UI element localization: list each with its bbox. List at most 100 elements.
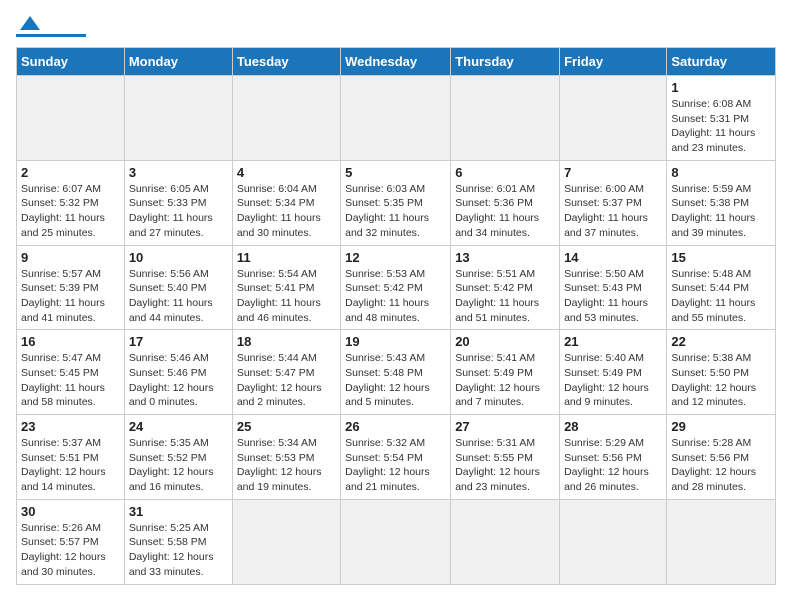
day-number: 6: [455, 165, 555, 180]
calendar-week-row: 16Sunrise: 5:47 AM Sunset: 5:45 PM Dayli…: [17, 330, 776, 415]
calendar-cell: [341, 499, 451, 584]
day-number: 7: [564, 165, 662, 180]
calendar-cell: 23Sunrise: 5:37 AM Sunset: 5:51 PM Dayli…: [17, 415, 125, 500]
calendar-cell: 15 Sunrise: 5:48 AM Sunset: 5:44 PM Dayli…: [667, 245, 776, 330]
day-info: Sunrise: 5:34 AM Sunset: 5:53 PM Dayligh…: [237, 436, 336, 495]
day-number: 20: [455, 334, 555, 349]
calendar-cell: [451, 499, 560, 584]
calendar-cell: [124, 76, 232, 161]
day-info: Sunrise: 6:08 AM Sunset: 5:31 PM Dayligh…: [671, 97, 771, 156]
day-info: Sunrise: 6:00 AM Sunset: 5:37 PM Dayligh…: [564, 182, 662, 241]
calendar-cell: 13 Sunrise: 5:51 AM Sunset: 5:42 PM Dayli…: [451, 245, 560, 330]
calendar-cell: 8Sunrise: 5:59 AM Sunset: 5:38 PM Daylig…: [667, 160, 776, 245]
day-info: Sunrise: 5:48 AM Sunset: 5:44 PM Dayligh…: [671, 267, 771, 326]
day-info: Sunrise: 5:51 AM Sunset: 5:42 PM Dayligh…: [455, 267, 555, 326]
day-number: 18: [237, 334, 336, 349]
day-number: 8: [671, 165, 771, 180]
calendar-cell: 26Sunrise: 5:32 AM Sunset: 5:54 PM Dayli…: [341, 415, 451, 500]
day-number: 29: [671, 419, 771, 434]
calendar-cell: 1 Sunrise: 6:08 AM Sunset: 5:31 PM Daylig…: [667, 76, 776, 161]
day-number: 17: [129, 334, 228, 349]
logo: [16, 16, 86, 37]
day-info: Sunrise: 5:29 AM Sunset: 5:56 PM Dayligh…: [564, 436, 662, 495]
day-info: Sunrise: 6:04 AM Sunset: 5:34 PM Dayligh…: [237, 182, 336, 241]
calendar-cell: 9Sunrise: 5:57 AM Sunset: 5:39 PM Daylig…: [17, 245, 125, 330]
day-info: Sunrise: 5:37 AM Sunset: 5:51 PM Dayligh…: [21, 436, 120, 495]
calendar-week-row: 23Sunrise: 5:37 AM Sunset: 5:51 PM Dayli…: [17, 415, 776, 500]
day-number: 25: [237, 419, 336, 434]
day-number: 28: [564, 419, 662, 434]
day-info: Sunrise: 5:50 AM Sunset: 5:43 PM Dayligh…: [564, 267, 662, 326]
day-of-week-header: Monday: [124, 48, 232, 76]
day-number: 21: [564, 334, 662, 349]
day-number: 2: [21, 165, 120, 180]
day-info: Sunrise: 6:07 AM Sunset: 5:32 PM Dayligh…: [21, 182, 120, 241]
calendar-cell: [232, 76, 340, 161]
calendar-week-row: 30Sunrise: 5:26 AM Sunset: 5:57 PM Dayli…: [17, 499, 776, 584]
day-number: 1: [671, 80, 771, 95]
calendar-cell: [341, 76, 451, 161]
page-header: [16, 16, 776, 37]
calendar-cell: 18Sunrise: 5:44 AM Sunset: 5:47 PM Dayli…: [232, 330, 340, 415]
calendar-week-row: 2 Sunrise: 6:07 AM Sunset: 5:32 PM Daylig…: [17, 160, 776, 245]
day-number: 10: [129, 250, 228, 265]
day-number: 19: [345, 334, 446, 349]
calendar-cell: 20 Sunrise: 5:41 AM Sunset: 5:49 PM Dayli…: [451, 330, 560, 415]
day-info: Sunrise: 5:43 AM Sunset: 5:48 PM Dayligh…: [345, 351, 446, 410]
calendar-cell: 24Sunrise: 5:35 AM Sunset: 5:52 PM Dayli…: [124, 415, 232, 500]
calendar-cell: [17, 76, 125, 161]
calendar-cell: [667, 499, 776, 584]
day-number: 22: [671, 334, 771, 349]
day-info: Sunrise: 5:56 AM Sunset: 5:40 PM Dayligh…: [129, 267, 228, 326]
day-info: Sunrise: 6:01 AM Sunset: 5:36 PM Dayligh…: [455, 182, 555, 241]
calendar-cell: 28 Sunrise: 5:29 AM Sunset: 5:56 PM Dayli…: [560, 415, 667, 500]
day-info: Sunrise: 5:32 AM Sunset: 5:54 PM Dayligh…: [345, 436, 446, 495]
day-info: Sunrise: 5:54 AM Sunset: 5:41 PM Dayligh…: [237, 267, 336, 326]
calendar-cell: [232, 499, 340, 584]
calendar-cell: 22 Sunrise: 5:38 AM Sunset: 5:50 PM Dayli…: [667, 330, 776, 415]
day-info: Sunrise: 5:41 AM Sunset: 5:49 PM Dayligh…: [455, 351, 555, 410]
calendar-cell: [451, 76, 560, 161]
calendar-week-row: 1 Sunrise: 6:08 AM Sunset: 5:31 PM Daylig…: [17, 76, 776, 161]
calendar-cell: 12 Sunrise: 5:53 AM Sunset: 5:42 PM Dayli…: [341, 245, 451, 330]
calendar-cell: [560, 499, 667, 584]
calendar-cell: 19 Sunrise: 5:43 AM Sunset: 5:48 PM Dayli…: [341, 330, 451, 415]
day-number: 31: [129, 504, 228, 519]
calendar-cell: 21 Sunrise: 5:40 AM Sunset: 5:49 PM Dayli…: [560, 330, 667, 415]
day-number: 15: [671, 250, 771, 265]
calendar-cell: 14 Sunrise: 5:50 AM Sunset: 5:43 PM Dayli…: [560, 245, 667, 330]
calendar-cell: 16Sunrise: 5:47 AM Sunset: 5:45 PM Dayli…: [17, 330, 125, 415]
calendar-cell: [560, 76, 667, 161]
day-number: 9: [21, 250, 120, 265]
day-info: Sunrise: 5:31 AM Sunset: 5:55 PM Dayligh…: [455, 436, 555, 495]
day-number: 11: [237, 250, 336, 265]
day-of-week-header: Saturday: [667, 48, 776, 76]
day-info: Sunrise: 5:28 AM Sunset: 5:56 PM Dayligh…: [671, 436, 771, 495]
calendar-cell: 5 Sunrise: 6:03 AM Sunset: 5:35 PM Daylig…: [341, 160, 451, 245]
day-number: 27: [455, 419, 555, 434]
calendar-cell: 3Sunrise: 6:05 AM Sunset: 5:33 PM Daylig…: [124, 160, 232, 245]
day-info: Sunrise: 5:53 AM Sunset: 5:42 PM Dayligh…: [345, 267, 446, 326]
day-number: 13: [455, 250, 555, 265]
day-info: Sunrise: 6:03 AM Sunset: 5:35 PM Dayligh…: [345, 182, 446, 241]
day-info: Sunrise: 5:46 AM Sunset: 5:46 PM Dayligh…: [129, 351, 228, 410]
day-info: Sunrise: 5:38 AM Sunset: 5:50 PM Dayligh…: [671, 351, 771, 410]
calendar-cell: 30Sunrise: 5:26 AM Sunset: 5:57 PM Dayli…: [17, 499, 125, 584]
day-number: 12: [345, 250, 446, 265]
calendar-week-row: 9Sunrise: 5:57 AM Sunset: 5:39 PM Daylig…: [17, 245, 776, 330]
calendar-cell: 25 Sunrise: 5:34 AM Sunset: 5:53 PM Dayli…: [232, 415, 340, 500]
calendar-cell: 2 Sunrise: 6:07 AM Sunset: 5:32 PM Daylig…: [17, 160, 125, 245]
day-info: Sunrise: 5:40 AM Sunset: 5:49 PM Dayligh…: [564, 351, 662, 410]
day-number: 5: [345, 165, 446, 180]
day-number: 4: [237, 165, 336, 180]
calendar-cell: 7 Sunrise: 6:00 AM Sunset: 5:37 PM Daylig…: [560, 160, 667, 245]
day-info: Sunrise: 5:47 AM Sunset: 5:45 PM Dayligh…: [21, 351, 120, 410]
calendar-cell: 11 Sunrise: 5:54 AM Sunset: 5:41 PM Dayli…: [232, 245, 340, 330]
day-of-week-header: Sunday: [17, 48, 125, 76]
calendar-cell: 29 Sunrise: 5:28 AM Sunset: 5:56 PM Dayli…: [667, 415, 776, 500]
day-number: 14: [564, 250, 662, 265]
day-info: Sunrise: 6:05 AM Sunset: 5:33 PM Dayligh…: [129, 182, 228, 241]
calendar-cell: 17 Sunrise: 5:46 AM Sunset: 5:46 PM Dayli…: [124, 330, 232, 415]
calendar-table: SundayMondayTuesdayWednesdayThursdayFrid…: [16, 47, 776, 585]
calendar-cell: 4 Sunrise: 6:04 AM Sunset: 5:34 PM Daylig…: [232, 160, 340, 245]
